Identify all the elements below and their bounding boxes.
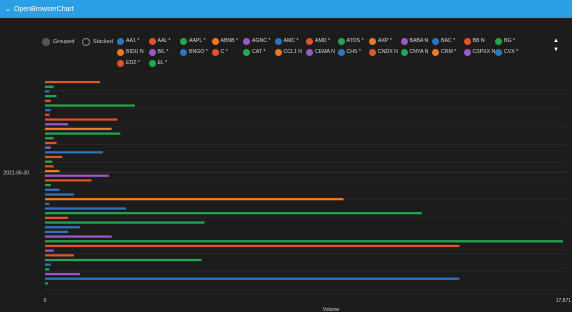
- bar: [45, 165, 54, 168]
- bar: [45, 85, 54, 88]
- bar: [45, 104, 135, 107]
- bar-chart: 2021-06-30 0 17,871 Volume: [3, 71, 572, 312]
- bar: [45, 99, 51, 102]
- bar: [45, 127, 112, 131]
- bar: [45, 230, 69, 234]
- bar: [45, 155, 63, 159]
- bar: [45, 263, 51, 266]
- bar: [45, 109, 51, 112]
- x-tick-label: 0: [44, 298, 47, 304]
- bar: [45, 160, 53, 163]
- bar: [45, 221, 205, 224]
- bar: [45, 216, 69, 219]
- bar: [45, 188, 60, 191]
- bar: [45, 226, 80, 229]
- bar: [45, 240, 563, 243]
- bar: [45, 272, 80, 276]
- x-tick-label: 17,871: [556, 298, 572, 304]
- bar: [45, 123, 69, 126]
- bar: [45, 151, 103, 154]
- bar: [45, 198, 344, 201]
- bar: [45, 184, 51, 187]
- bar: [45, 179, 92, 182]
- bar: [45, 254, 74, 257]
- bar: [45, 141, 57, 145]
- bar: [45, 193, 74, 196]
- bar: [45, 113, 50, 116]
- x-axis-title: Volume: [323, 307, 340, 312]
- bar: [45, 90, 50, 93]
- bar: [45, 202, 50, 205]
- bar: [45, 174, 109, 177]
- bar: [45, 118, 118, 121]
- bar: [45, 235, 112, 238]
- bar: [45, 258, 202, 262]
- bar: [45, 132, 121, 135]
- bar: [45, 282, 48, 285]
- bar: [45, 244, 460, 248]
- bar: [45, 81, 101, 84]
- bar: [45, 169, 60, 173]
- bar: [45, 277, 460, 280]
- bar: [45, 207, 127, 210]
- bar: [45, 146, 51, 149]
- category-tick-label: 2021-06-30: [3, 170, 29, 176]
- bar: [45, 95, 57, 98]
- bar: [45, 137, 54, 140]
- bar: [45, 212, 422, 215]
- bar: [45, 268, 50, 271]
- bar: [45, 249, 54, 252]
